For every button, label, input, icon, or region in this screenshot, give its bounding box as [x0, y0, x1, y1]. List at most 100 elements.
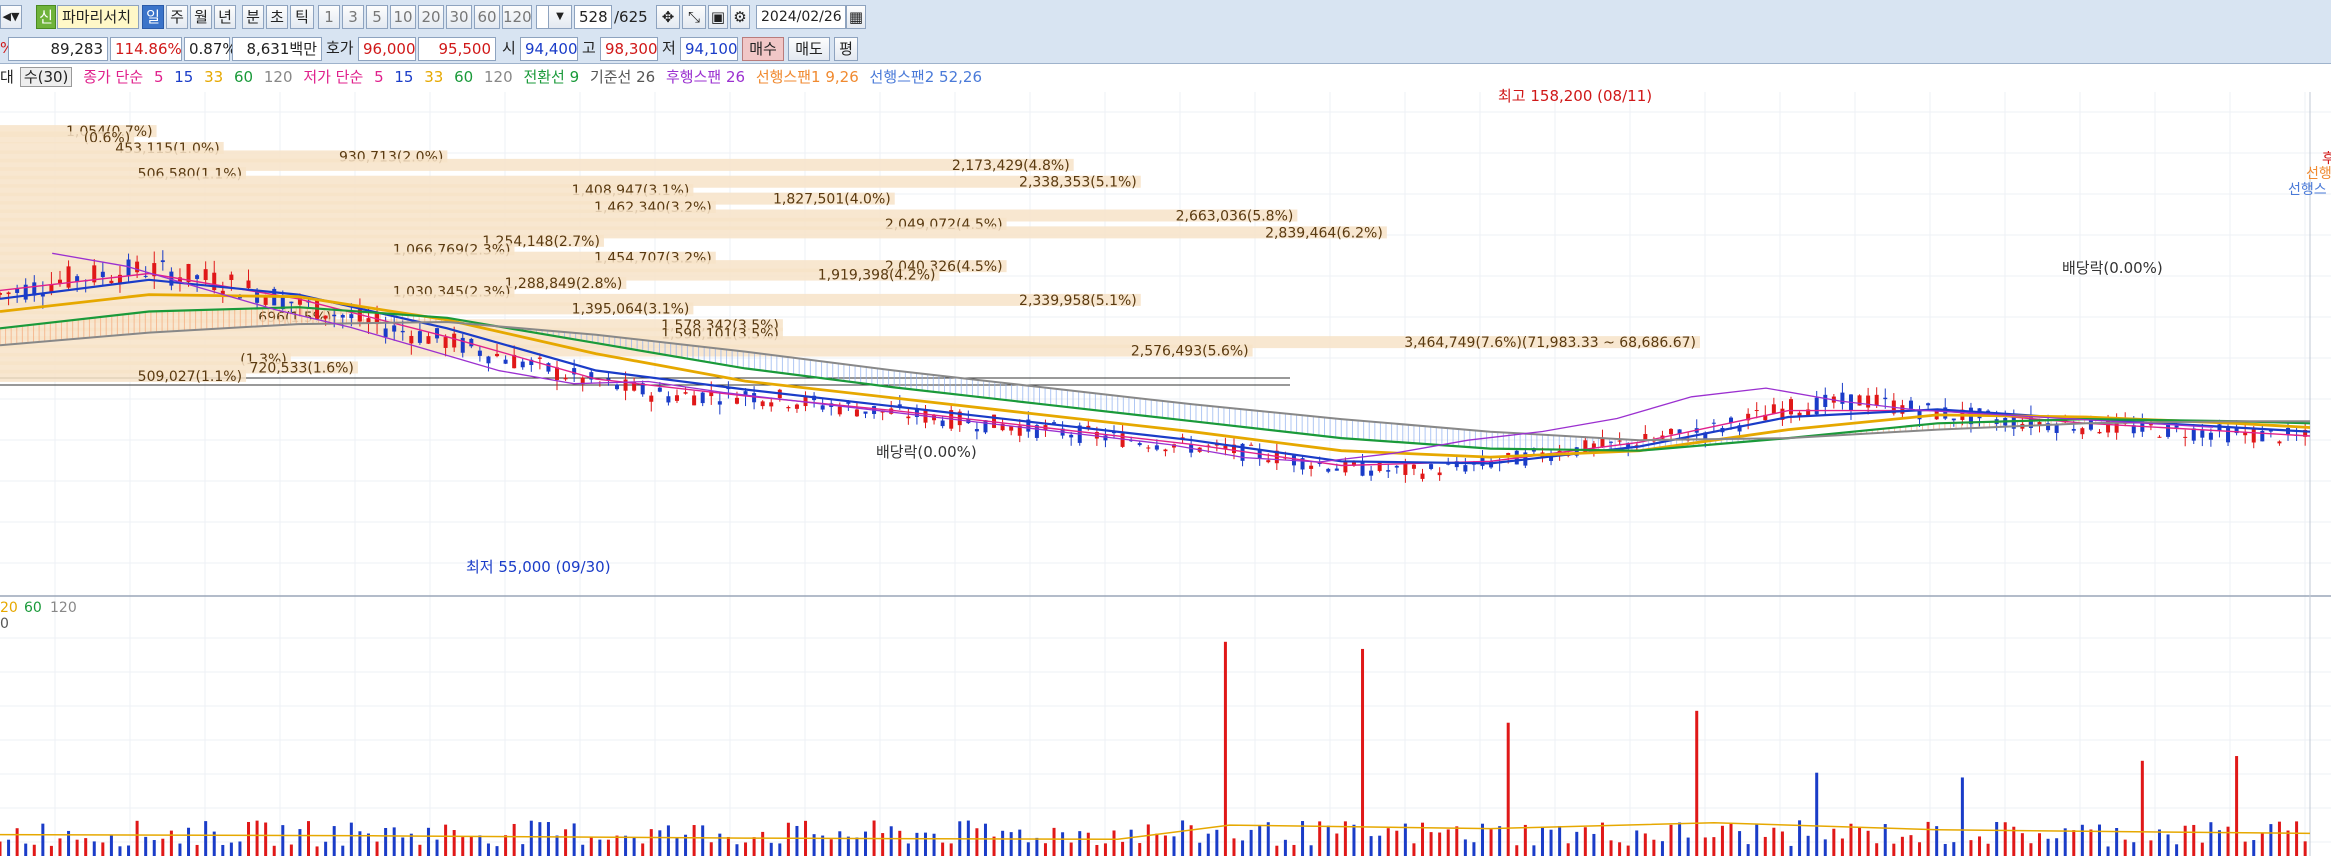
volume-bar — [906, 843, 910, 856]
volume-bar — [1215, 829, 1219, 856]
volume-bar — [1078, 831, 1082, 856]
volume-bar — [152, 840, 156, 856]
volume-bar — [2029, 843, 2033, 856]
candle-body — [1437, 472, 1442, 476]
volume-bar — [1660, 841, 1664, 856]
profile-label: 2,338,353(5.1%) — [1019, 175, 1137, 191]
candle-body — [1411, 464, 1416, 469]
candle-body — [1266, 460, 1271, 463]
candle-body — [1797, 412, 1802, 416]
volume-bar — [84, 838, 88, 856]
volume-bar — [2243, 841, 2247, 856]
volume-bar — [812, 834, 816, 856]
volume-bar — [15, 828, 19, 856]
candle-body — [537, 357, 542, 359]
volume-bar — [2260, 833, 2264, 856]
volume-bar — [375, 841, 379, 856]
volume-bar — [1035, 837, 1039, 856]
volume-bar — [384, 827, 388, 856]
volume-bar — [221, 844, 225, 856]
candle-body — [786, 407, 791, 409]
volume-bar — [1018, 829, 1022, 856]
volume-bar — [864, 831, 868, 856]
volume-bar — [744, 842, 748, 856]
volume-bar — [1515, 845, 1519, 856]
volume-bar — [1849, 823, 1853, 856]
volume-bar — [915, 832, 919, 856]
volume-bar — [1069, 842, 1073, 856]
legend-close-5: 5 — [153, 68, 164, 86]
candle-body — [503, 359, 508, 364]
volume-bar — [1181, 820, 1185, 856]
volume-bar — [118, 846, 122, 856]
volume-bar — [1643, 833, 1647, 856]
volume-bar — [1986, 843, 1990, 856]
volume-bar — [1566, 843, 1570, 856]
volume-bar — [1232, 838, 1236, 856]
volume-bar — [2132, 842, 2136, 856]
legend-indicator[interactable]: 수(30) — [19, 67, 73, 87]
profile-label: 1,395,064(3.1%) — [572, 301, 690, 317]
volume-bar — [1832, 828, 1836, 856]
price-chart[interactable]: 1,054(0.7%)(0.6%)453,115(1.0%)930,713(2.… — [0, 0, 2331, 859]
vol-legend-20: 20 — [0, 600, 18, 616]
volume-bar — [1900, 836, 1904, 856]
volume-bar — [521, 844, 525, 856]
volume-bar — [2226, 826, 2230, 856]
candle-body — [57, 279, 62, 284]
volume-bar — [1258, 825, 1262, 856]
legend-base: 기준선 26 — [589, 68, 656, 86]
volume-bar — [1943, 843, 1947, 856]
candle-body — [160, 260, 165, 263]
volume-bar — [666, 825, 670, 856]
volume-bar — [0, 841, 2, 856]
volume-bar — [2140, 760, 2144, 856]
volume-bar — [332, 826, 336, 856]
volume-bar — [2080, 824, 2084, 856]
volume-bar — [1695, 710, 1699, 856]
candle-body — [1369, 470, 1374, 476]
volume-bar — [401, 837, 405, 856]
volume-bar — [641, 843, 645, 856]
candle-body — [1069, 434, 1074, 438]
volume-bar — [726, 836, 730, 856]
legend-close-60: 60 — [234, 68, 254, 86]
volume-bar — [1952, 842, 1956, 856]
volume-bar — [1009, 832, 1013, 856]
volume-bar — [1155, 833, 1159, 856]
candle-body — [1908, 400, 1913, 409]
volume-bar — [247, 821, 251, 856]
volume-bar — [1592, 833, 1596, 856]
vol-legend-60: 60 — [24, 600, 42, 616]
volume-bar — [538, 822, 542, 856]
volume-bar — [264, 822, 268, 856]
candle-body — [1874, 394, 1879, 406]
candle-body — [1591, 443, 1596, 448]
volume-bar — [2235, 756, 2239, 856]
volume-bar — [495, 846, 499, 856]
volume-bar — [2303, 841, 2307, 856]
volume-bar — [769, 842, 773, 856]
candle-body — [6, 292, 11, 295]
volume-bar — [1335, 833, 1339, 856]
volume-bar — [923, 832, 927, 856]
candle-body — [700, 392, 705, 404]
volume-bar — [49, 845, 53, 856]
candle-body — [940, 420, 945, 427]
volume-bar — [1918, 842, 1922, 856]
volume-bar — [881, 833, 885, 856]
volume-bar — [692, 825, 696, 856]
candle-body — [1711, 422, 1716, 424]
volume-bar — [444, 824, 448, 856]
volume-bar — [1575, 831, 1579, 856]
volume-bar — [2217, 830, 2221, 856]
indicator-legend: 대 수(30) 종가 단순 5 15 33 60 120 저가 단순 5 15 3… — [0, 64, 2331, 90]
volume-bar — [1361, 648, 1365, 856]
volume-bar — [1395, 830, 1399, 856]
candle-body — [2183, 436, 2188, 438]
candle-body — [1309, 465, 1314, 469]
legend-lead1: 선행스팬1 9,26 — [755, 68, 859, 86]
volume-bar — [1026, 842, 1030, 856]
candle-body — [889, 408, 894, 414]
candle-body — [100, 271, 105, 278]
